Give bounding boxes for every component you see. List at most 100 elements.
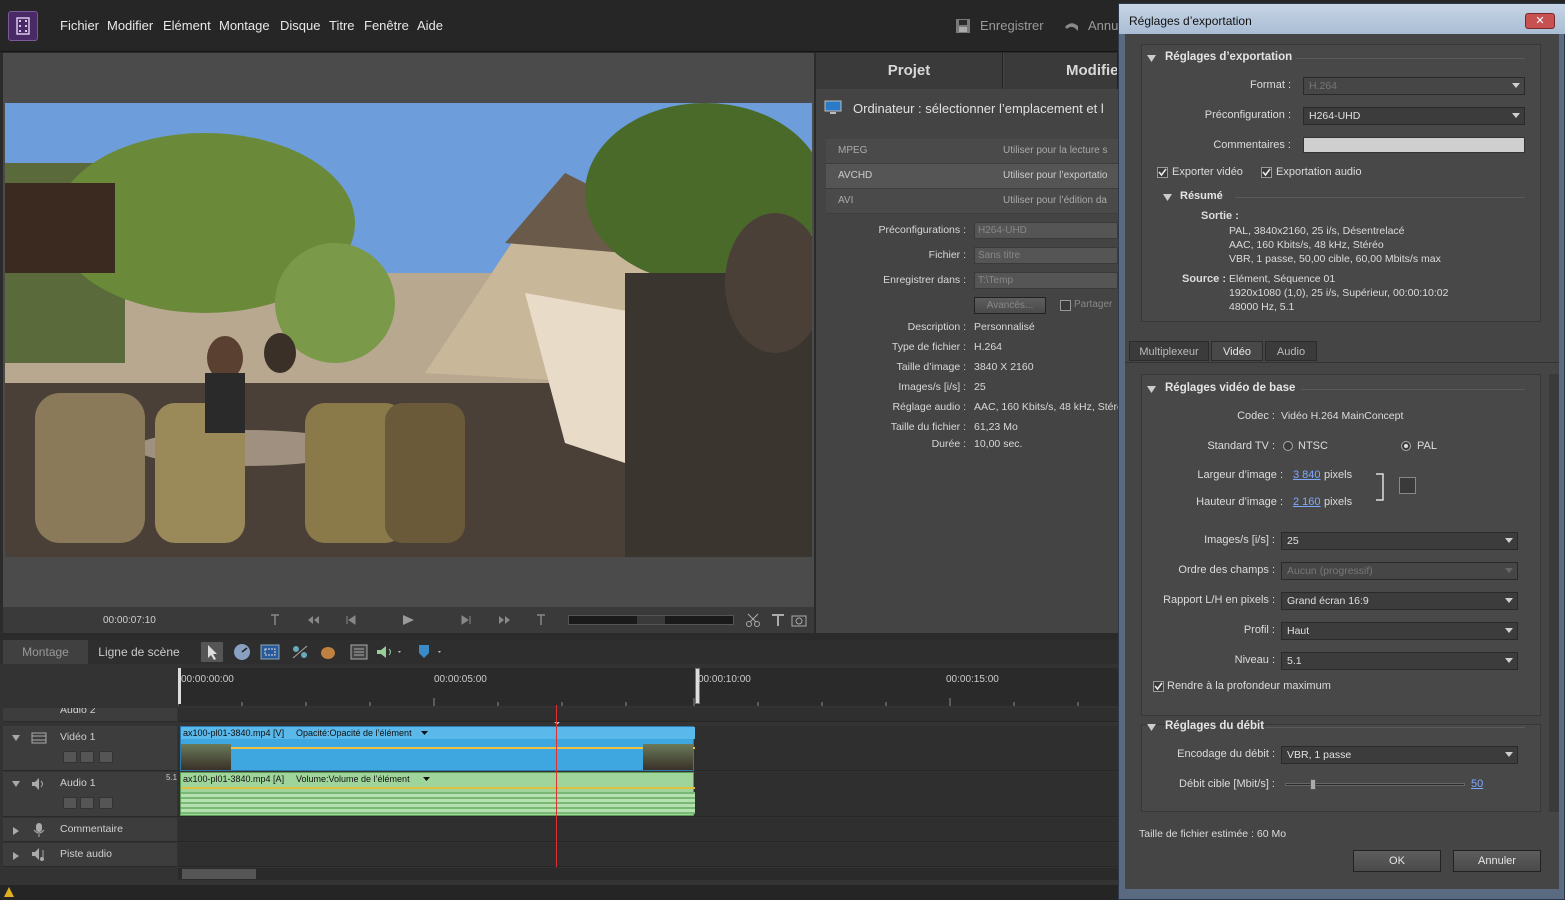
level-dropdown[interactable]: 5.1	[1281, 652, 1518, 670]
target-bitrate-value[interactable]: 50	[1471, 778, 1483, 790]
height-value[interactable]: 2 160	[1293, 496, 1321, 508]
settings-scrollbar[interactable]	[1549, 374, 1559, 812]
fps-dropdown[interactable]: 25	[1281, 532, 1518, 550]
tab-montage[interactable]: Montage	[3, 640, 88, 664]
export-video-checkbox[interactable]	[1157, 167, 1168, 178]
effect-dropdown-icon[interactable]	[423, 777, 430, 782]
ok-button[interactable]: OK	[1353, 850, 1441, 872]
tab-scene-line[interactable]: Ligne de scène	[90, 640, 188, 664]
encoding-dropdown[interactable]: VBR, 1 passe	[1281, 746, 1518, 764]
menu-modifier[interactable]: Modifier	[107, 18, 153, 33]
fast-forward-icon[interactable]	[497, 612, 513, 628]
scissors-icon[interactable]	[745, 612, 763, 628]
tab-audio[interactable]: Audio	[1265, 341, 1317, 361]
saveto-field[interactable]: T:\Temp	[974, 272, 1118, 289]
expand-arrow-icon[interactable]	[11, 734, 21, 742]
undo-button[interactable]: Annu	[1062, 17, 1118, 37]
marker-icon[interactable]	[417, 644, 445, 660]
format-dropdown[interactable]: H.264	[1303, 77, 1525, 95]
shuttle-handle[interactable]	[637, 616, 665, 624]
menu-montage[interactable]: Montage	[219, 18, 270, 33]
max-depth-checkbox[interactable]	[1153, 681, 1164, 692]
audio-mixer-icon[interactable]	[376, 644, 404, 660]
menu-titre[interactable]: Titre	[329, 18, 355, 33]
file-name-field[interactable]: Sans titre	[974, 247, 1118, 264]
effect-dropdown-icon[interactable]	[421, 731, 428, 736]
tab-multiplexer[interactable]: Multiplexeur	[1129, 341, 1209, 361]
constrain-proportions-checkbox[interactable]	[1399, 477, 1416, 494]
menu-fenetre[interactable]: Fenêtre	[364, 18, 409, 33]
app-logo-icon[interactable]	[8, 11, 38, 41]
menu-element[interactable]: Elément	[163, 18, 211, 33]
target-bitrate-slider[interactable]	[1285, 779, 1465, 790]
collapse-arrow-icon[interactable]	[12, 826, 20, 836]
expand-arrow-icon[interactable]	[11, 780, 21, 788]
goto-in-icon[interactable]	[268, 612, 284, 628]
format-item-avi[interactable]: AVI Utiliser pour l’édition da	[826, 189, 1118, 213]
rewind-icon[interactable]	[305, 612, 321, 628]
preset-dropdown[interactable]: H264-UHD	[1303, 107, 1525, 125]
audio-clip-effect[interactable]: Volume:Volume de l’élément	[296, 774, 410, 784]
menu-aide[interactable]: Aide	[417, 18, 443, 33]
snapshot-icon[interactable]	[791, 612, 807, 628]
current-timecode[interactable]: 00:00:07:10	[103, 615, 156, 626]
audio-clip[interactable]: ax100-pl01-3840.mp4 [A] Volume:Volume de…	[180, 772, 695, 816]
scrollbar-thumb[interactable]	[182, 869, 256, 879]
section-collapse-icon[interactable]	[1147, 55, 1156, 63]
menu-disque[interactable]: Disque	[280, 18, 320, 33]
step-forward-icon[interactable]	[458, 612, 474, 628]
ntsc-radio[interactable]	[1283, 441, 1293, 451]
share-checkbox[interactable]	[1060, 300, 1071, 311]
presets-field[interactable]: H264-UHD	[974, 222, 1118, 239]
volume-line[interactable]	[181, 787, 695, 789]
cancel-button[interactable]: Annuler	[1453, 850, 1541, 872]
smart-mix-icon[interactable]	[290, 643, 310, 661]
tools-list-icon[interactable]	[350, 644, 368, 660]
add-keyframe-button[interactable]	[80, 797, 94, 809]
collapse-arrow-icon[interactable]	[12, 851, 20, 861]
time-ruler[interactable]: 00:00:00:00 00:00:05:00 00:00:10:00 00:0…	[178, 668, 1118, 725]
speed-tool-icon[interactable]	[232, 643, 252, 661]
profile-dropdown[interactable]: Haut	[1281, 622, 1518, 640]
save-button[interactable]: Enregistrer	[955, 17, 1045, 37]
add-keyframe-button[interactable]	[80, 751, 94, 763]
tab-modify[interactable]: Modifie	[1004, 53, 1118, 89]
playhead-line[interactable]	[556, 705, 557, 867]
slider-thumb[interactable]	[1310, 779, 1316, 790]
motion-tracking-icon[interactable]	[318, 643, 338, 661]
format-item-mpeg[interactable]: MPEG Utiliser pour la lecture s	[826, 139, 1118, 163]
section-collapse-icon[interactable]	[1147, 724, 1156, 732]
video-clip-effect[interactable]: Opacité:Opacité de l’élément	[296, 728, 412, 738]
select-tool-icon[interactable]	[201, 642, 223, 662]
shuttle-slider[interactable]	[568, 615, 734, 625]
warning-icon[interactable]	[3, 886, 15, 898]
summary-collapse-icon[interactable]	[1163, 194, 1172, 202]
section-collapse-icon[interactable]	[1147, 386, 1156, 394]
menu-fichier[interactable]: Fichier	[60, 18, 99, 33]
next-keyframe-button[interactable]	[99, 797, 113, 809]
track-lane-music[interactable]	[178, 843, 1118, 867]
play-icon[interactable]	[400, 612, 416, 628]
format-item-avchd[interactable]: AVCHD Utiliser pour l’exportatio	[826, 164, 1118, 188]
dialog-title-bar[interactable]: Réglages d’exportation	[1119, 4, 1565, 34]
goto-out-icon[interactable]	[534, 612, 550, 628]
smart-trim-icon[interactable]	[260, 643, 280, 661]
next-keyframe-button[interactable]	[99, 751, 113, 763]
timeline-scrollbar[interactable]	[178, 868, 1118, 880]
location-row[interactable]: Ordinateur : sélectionner l’emplacement …	[816, 89, 1118, 123]
tab-project[interactable]: Projet	[816, 53, 1003, 89]
tab-video[interactable]: Vidéo	[1211, 341, 1263, 361]
field-order-dropdown[interactable]: Aucun (progressif)	[1281, 562, 1518, 580]
step-back-icon[interactable]	[343, 612, 359, 628]
video-clip[interactable]: ax100-pl01-3840.mp4 [V] Opacité:Opacité …	[180, 726, 695, 771]
track-lane-audio2[interactable]	[178, 708, 1118, 722]
comments-field[interactable]	[1303, 137, 1525, 153]
prev-keyframe-button[interactable]	[63, 797, 77, 809]
close-icon[interactable]: ✕	[1525, 13, 1555, 29]
advanced-button[interactable]: Avancés...	[974, 297, 1046, 314]
pal-radio[interactable]	[1401, 441, 1411, 451]
title-text-icon[interactable]	[770, 612, 786, 628]
track-lane-comment[interactable]	[178, 818, 1118, 842]
export-audio-checkbox[interactable]	[1261, 167, 1272, 178]
aspect-dropdown[interactable]: Grand écran 16:9	[1281, 592, 1518, 610]
